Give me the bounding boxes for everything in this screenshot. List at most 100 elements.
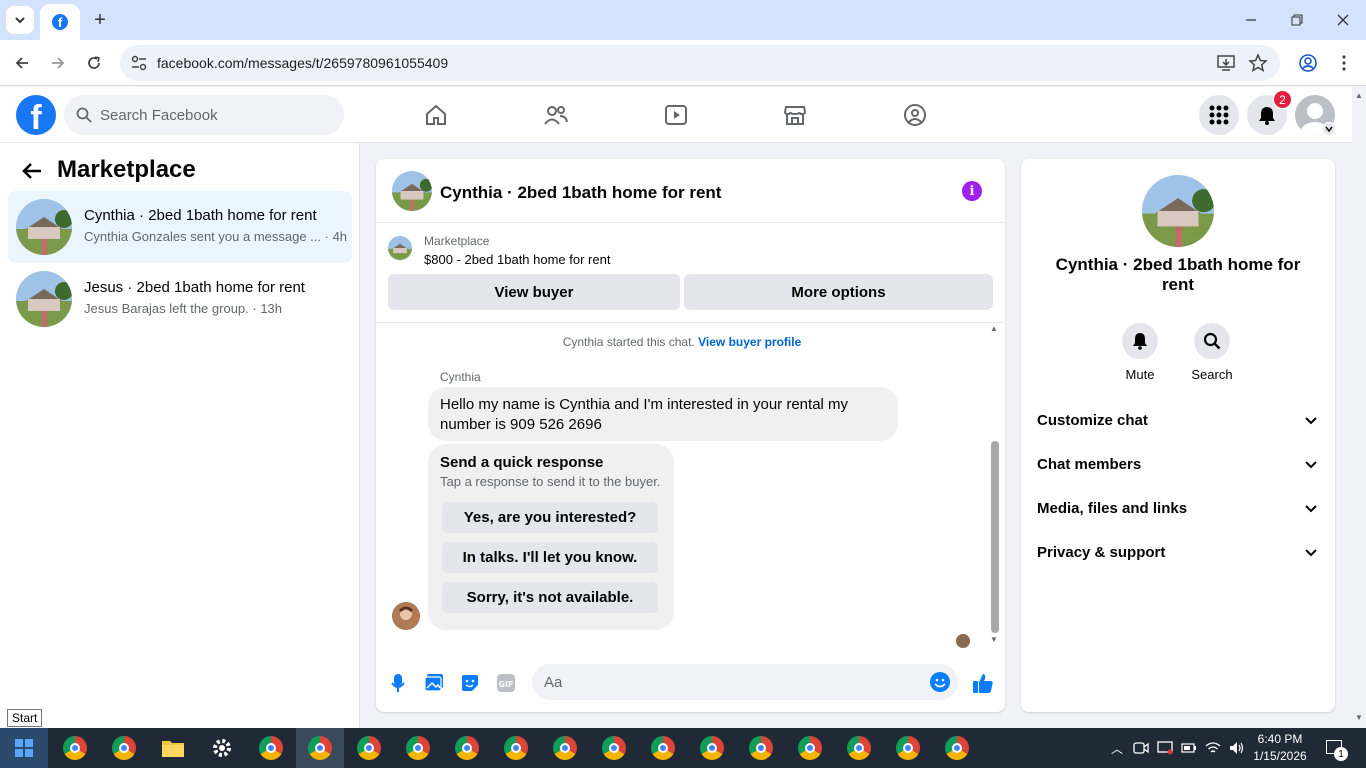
search-action[interactable]: Search (1182, 323, 1242, 382)
taskbar-chrome[interactable] (357, 736, 381, 760)
nav-marketplace[interactable] (775, 95, 815, 135)
restore-button[interactable] (1274, 0, 1320, 40)
house-photo-icon (1142, 175, 1214, 247)
network-icon[interactable] (1203, 738, 1223, 758)
taskbar-chrome-active[interactable] (308, 736, 332, 760)
quick-response-title: Send a quick response (440, 454, 604, 471)
taskbar-chrome[interactable] (406, 736, 430, 760)
gif-button[interactable]: GIF (495, 672, 517, 694)
facebook-logo[interactable]: f (16, 95, 56, 135)
quick-response-yes[interactable]: Yes, are you interested? (442, 502, 658, 533)
taskbar-clock[interactable]: 6:40 PM 1/15/2026 (1252, 731, 1308, 765)
section-chat-members[interactable]: Chat members (1029, 443, 1327, 487)
close-window-button[interactable] (1320, 0, 1366, 40)
view-buyer-button[interactable]: View buyer (388, 274, 680, 310)
sender-name: Cynthia (440, 370, 481, 384)
nav-groups[interactable] (895, 95, 935, 135)
reload-button[interactable] (80, 49, 108, 77)
view-buyer-profile-link[interactable]: View buyer profile (698, 335, 801, 349)
scroll-down-arrow-icon[interactable]: ▼ (1355, 713, 1363, 722)
sticker-button[interactable] (459, 672, 481, 694)
voice-clip-button[interactable] (387, 672, 409, 694)
account-dropdown[interactable] (1322, 122, 1336, 136)
message-composer[interactable] (532, 664, 958, 700)
site-settings-icon[interactable] (130, 54, 148, 72)
facebook-header: f 2 (0, 87, 1352, 143)
taskbar-chrome[interactable] (700, 736, 724, 760)
section-customize-chat[interactable]: Customize chat (1029, 399, 1327, 443)
marketplace-label: Marketplace (424, 234, 490, 248)
scroll-thumb[interactable] (991, 441, 999, 633)
search-box[interactable] (64, 95, 344, 135)
tab-search-dropdown[interactable] (6, 6, 34, 34)
forward-button[interactable] (44, 49, 72, 77)
taskbar-chrome[interactable] (651, 736, 675, 760)
screen-record-icon[interactable] (1155, 738, 1175, 758)
taskbar-chrome[interactable] (259, 736, 283, 760)
conversation-item-cynthia[interactable]: Cynthia · 2bed 1bath home for rent Cynth… (8, 191, 352, 263)
listing-title[interactable]: $800 - 2bed 1bath home for rent (424, 252, 610, 267)
taskbar-chrome[interactable] (798, 736, 822, 760)
chat-scrollbar[interactable]: ▲ ▼ (990, 324, 1000, 650)
taskbar-chrome[interactable] (112, 736, 136, 760)
search-input[interactable] (100, 95, 330, 135)
battery-icon[interactable] (1179, 738, 1199, 758)
back-button[interactable] (8, 49, 36, 77)
taskbar-chrome[interactable] (749, 736, 773, 760)
menu-button[interactable] (1199, 95, 1239, 135)
conversation-preview: Cynthia Gonzales sent you a message ... … (84, 229, 348, 244)
taskbar-settings[interactable] (210, 736, 234, 760)
address-bar[interactable]: facebook.com/messages/t/2659780961055409 (120, 45, 1280, 81)
taskbar-chrome[interactable] (553, 736, 577, 760)
chrome-icon (602, 736, 626, 760)
scroll-down-arrow-icon[interactable]: ▼ (990, 635, 998, 644)
meet-now-icon[interactable] (1131, 738, 1151, 758)
bookmark-star-icon[interactable] (1248, 53, 1268, 73)
scroll-up-arrow-icon[interactable]: ▲ (990, 324, 998, 333)
taskbar-chrome[interactable] (896, 736, 920, 760)
chat-avatar[interactable] (392, 171, 432, 211)
taskbar-file-explorer[interactable] (161, 736, 185, 760)
section-privacy-support[interactable]: Privacy & support (1029, 531, 1327, 575)
taskbar-chrome-profile[interactable] (63, 736, 87, 760)
volume-icon[interactable] (1227, 738, 1247, 758)
page-scrollbar[interactable]: ▲ ▼ (1352, 87, 1366, 728)
attach-photo-button[interactable] (423, 672, 445, 694)
conversation-item-jesus[interactable]: Jesus · 2bed 1bath home for rent Jesus B… (8, 263, 352, 335)
start-button[interactable] (0, 728, 48, 768)
chrome-icon (357, 736, 381, 760)
back-arrow-icon[interactable] (20, 159, 44, 183)
quick-response-in-talks[interactable]: In talks. I'll let you know. (442, 542, 658, 573)
nav-home[interactable] (416, 95, 456, 135)
chrome-profile-button[interactable] (1294, 49, 1322, 77)
taskbar-chrome[interactable] (455, 736, 479, 760)
section-media-files-links[interactable]: Media, files and links (1029, 487, 1327, 531)
mute-action[interactable]: Mute (1110, 323, 1170, 382)
taskbar-chrome[interactable] (602, 736, 626, 760)
browser-tab-facebook[interactable]: f (40, 4, 80, 40)
install-app-icon[interactable] (1216, 53, 1236, 73)
browser-menu-button[interactable] (1330, 49, 1358, 77)
scroll-up-arrow-icon[interactable]: ▲ (1355, 91, 1363, 100)
mute-button[interactable] (1122, 323, 1158, 359)
taskbar-chrome[interactable] (504, 736, 528, 760)
message-input[interactable] (544, 664, 914, 700)
nav-friends[interactable] (536, 95, 576, 135)
quick-response-not-available[interactable]: Sorry, it's not available. (442, 582, 658, 613)
emoji-icon[interactable] (930, 672, 950, 692)
minimize-button[interactable] (1228, 0, 1274, 40)
show-hidden-icons-chevron-icon[interactable]: ︿ (1107, 738, 1127, 758)
new-tab-button[interactable]: + (86, 6, 114, 34)
chat-title[interactable]: Cynthia · 2bed 1bath home for rent (440, 183, 721, 203)
taskbar-chrome[interactable] (945, 736, 969, 760)
like-button[interactable] (972, 672, 994, 694)
info-icon[interactable]: i (962, 181, 982, 201)
chevron-down-icon (1305, 549, 1317, 557)
mute-label: Mute (1125, 367, 1155, 382)
nav-video[interactable] (656, 95, 696, 135)
more-options-button[interactable]: More options (684, 274, 993, 310)
taskbar-chrome[interactable] (847, 736, 871, 760)
browser-toolbar: facebook.com/messages/t/2659780961055409 (0, 40, 1366, 86)
sender-avatar[interactable] (392, 602, 420, 630)
search-conversation-button[interactable] (1194, 323, 1230, 359)
